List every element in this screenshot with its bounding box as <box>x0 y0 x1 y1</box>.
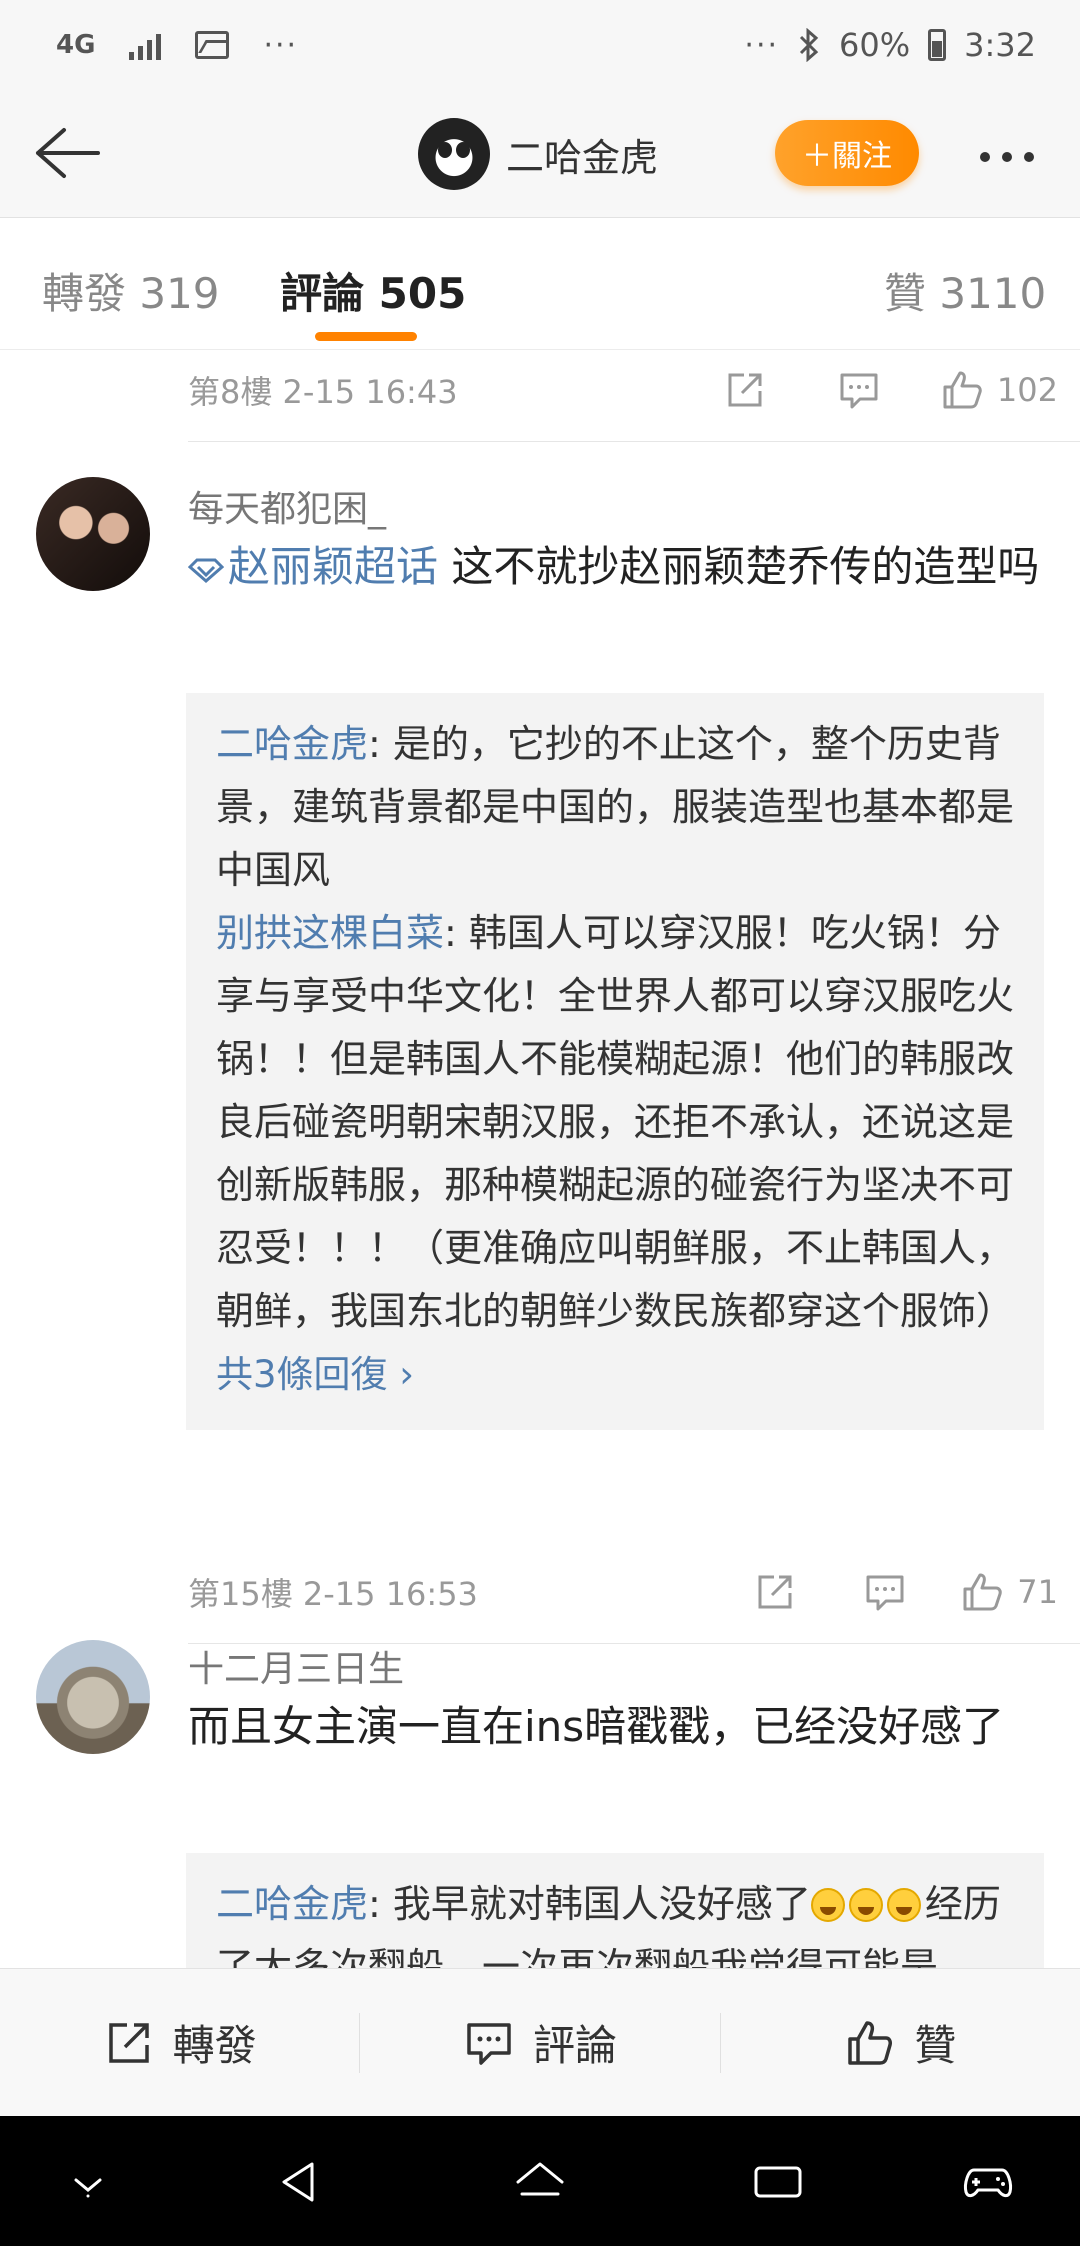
comment-text: 这不就抄赵丽颖楚乔传的造型吗 <box>438 542 1040 591</box>
network-label: 4G <box>56 30 96 60</box>
more-dots-icon: ··· <box>263 27 299 63</box>
floor-time: 第8樓 2-15 16:43 <box>188 373 458 411</box>
share-icon[interactable] <box>715 367 775 413</box>
diamond-icon <box>188 558 224 583</box>
topic-label: 赵丽颖超话 <box>228 542 439 591</box>
like-icon[interactable] <box>939 367 985 413</box>
reply-box[interactable]: 二哈金虎: 是的，它抄的不止这个，整个历史背景，建筑背景都是中国的，服装造型也基… <box>186 693 1044 1430</box>
reply-box[interactable]: 二哈金虎: 我早就对韩国人没好感了 经历了太多次翻船，一次再次翻船我觉得可能是 <box>186 1853 1044 1968</box>
more-replies-link[interactable]: 共3條回復 › <box>216 1343 1016 1430</box>
battery-icon <box>928 29 947 61</box>
laugh-cry-emoji-icon <box>810 1888 845 1922</box>
repost-button[interactable]: 轉發 <box>0 1969 359 2116</box>
comment-list[interactable]: 第8樓 2-15 16:43 102 每天都犯困_ 赵丽颖超话 这不就抄赵丽颖楚… <box>0 350 1080 1968</box>
reply-text: : 我早就对韩国人没好感了 <box>368 1882 811 1926</box>
clock: 3:32 <box>964 26 1036 64</box>
avatar[interactable] <box>36 477 150 591</box>
follow-button[interactable]: ＋關注 <box>775 120 919 186</box>
top-nav: 二哈金虎 ＋關注 <box>0 90 1080 218</box>
active-tab-indicator <box>315 332 417 341</box>
recent-apps-icon[interactable] <box>750 2154 806 2210</box>
like-label: 贊 <box>914 2021 957 2070</box>
comment-label: 評論 <box>532 2021 617 2070</box>
more-options-icon[interactable] <box>980 152 1034 162</box>
reply-username[interactable]: 别拱这棵白菜 <box>216 911 444 955</box>
reply-icon[interactable] <box>855 1569 915 1615</box>
status-bar: 4G ··· ··· 60% 3:32 <box>0 0 1080 90</box>
comment-meta: 第8樓 2-15 16:43 102 <box>188 350 1058 430</box>
thumbs-up-icon <box>848 2020 893 2065</box>
back-triangle-icon[interactable] <box>272 2154 328 2210</box>
system-nav-bar <box>0 2116 1080 2246</box>
tab-like[interactable]: 贊 3110 <box>884 260 1046 321</box>
like-count: 102 <box>996 371 1058 409</box>
reply-username[interactable]: 二哈金虎 <box>216 722 368 766</box>
tab-comment[interactable]: 評論 505 <box>280 260 466 321</box>
reply-icon[interactable] <box>829 367 889 413</box>
comment-username[interactable]: 十二月三日生 <box>188 1640 404 1692</box>
page-title: 二哈金虎 <box>506 135 659 180</box>
repost-label: 轉發 <box>172 2021 257 2070</box>
comment-meta: 第15樓 2-15 16:53 71 <box>188 1552 1058 1632</box>
avatar[interactable] <box>418 118 490 190</box>
reply-username[interactable]: 二哈金虎 <box>216 1882 368 1926</box>
image-icon <box>195 31 230 59</box>
like-icon[interactable] <box>959 1569 1005 1615</box>
share-icon[interactable] <box>745 1569 805 1615</box>
topic-link[interactable]: 赵丽颖超话 <box>188 542 438 591</box>
floor-time: 第15樓 2-15 16:53 <box>188 1575 478 1613</box>
comment-body: 赵丽颖超话 这不就抄赵丽颖楚乔传的造型吗 <box>188 535 1048 599</box>
bottom-action-bar: 轉發 評論 贊 <box>0 1968 1080 2116</box>
reply-text: : 韩国人可以穿汉服！吃火锅！分享与享受中华文化！全世界人都可以穿汉服吃火锅！！… <box>216 911 1015 1333</box>
laugh-cry-emoji-icon <box>848 1888 883 1922</box>
share-icon <box>108 2022 149 2063</box>
comment-icon <box>467 2022 511 2065</box>
home-icon[interactable] <box>512 2154 568 2210</box>
like-count: 71 <box>1017 1573 1058 1611</box>
reply-item[interactable]: 二哈金虎: 我早就对韩国人没好感了 经历了太多次翻船，一次再次翻船我觉得可能是 <box>216 1873 1016 1968</box>
comment-username[interactable]: 每天都犯困_ <box>188 480 386 532</box>
battery-percent: 60% <box>839 26 911 64</box>
laugh-cry-emoji-icon <box>886 1888 921 1922</box>
reply-item[interactable]: 二哈金虎: 是的，它抄的不止这个，整个历史背景，建筑背景都是中国的，服装造型也基… <box>216 713 1016 902</box>
like-button[interactable]: 贊 <box>721 1969 1080 2116</box>
back-arrow-icon[interactable] <box>28 118 102 188</box>
bluetooth-icon <box>799 28 819 62</box>
tab-repost[interactable]: 轉發 319 <box>42 260 220 321</box>
divider <box>188 441 1080 442</box>
comment-body: 而且女主演一直在ins暗戳戳，已经没好感了 <box>188 1702 1005 1751</box>
avatar[interactable] <box>36 1640 150 1754</box>
chevron-down-icon[interactable] <box>60 2154 116 2210</box>
tab-bar: 轉發 319 評論 505 贊 3110 <box>0 218 1080 350</box>
comment-button[interactable]: 評論 <box>360 1969 719 2116</box>
more-dots-icon: ··· <box>744 27 780 63</box>
game-controller-icon[interactable] <box>960 2154 1016 2210</box>
reply-item[interactable]: 别拱这棵白菜: 韩国人可以穿汉服！吃火锅！分享与享受中华文化！全世界人都可以穿汉… <box>216 902 1016 1343</box>
signal-icon <box>129 30 162 60</box>
profile-header[interactable]: 二哈金虎 <box>418 118 658 190</box>
